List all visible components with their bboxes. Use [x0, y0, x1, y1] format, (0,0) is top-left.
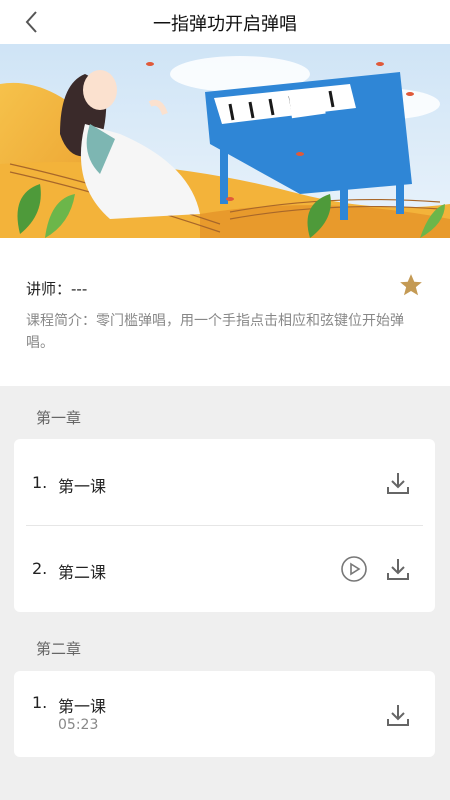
download-icon [387, 705, 409, 726]
download-button[interactable] [384, 701, 412, 729]
download-icon [387, 559, 409, 580]
course-info: 讲师：--- 课程简介：零门槛弹唱，用一个手指点击相应和弦键位开始弹唱。 [0, 238, 450, 386]
lesson-duration: 05:23 [58, 717, 99, 733]
download-button[interactable] [384, 555, 412, 583]
nav-bar: 一指弹功开启弹唱 [0, 0, 450, 44]
lesson-item[interactable]: 1. 第一课 [14, 439, 435, 525]
lesson-item[interactable]: 2. 第二课 [14, 525, 435, 611]
lesson-name: 第二课 [58, 563, 107, 582]
download-icon [387, 473, 409, 494]
chapter-card: 1. 第一课 05:23 [14, 671, 435, 757]
page-title: 一指弹功开启弹唱 [153, 14, 297, 35]
chapter-title: 第一章 [36, 409, 82, 427]
chapter-title: 第二章 [36, 640, 82, 658]
course-intro: 课程简介：零门槛弹唱，用一个手指点击相应和弦键位开始弹唱。 [26, 313, 404, 351]
course-banner-image [0, 44, 450, 238]
teacher-label: 讲师：--- [26, 280, 88, 298]
lesson-number: 1. [32, 473, 48, 492]
lesson-name: 第一课 [58, 477, 107, 496]
play-circle-icon [341, 556, 367, 582]
star-icon [400, 274, 422, 296]
lesson-number: 1. [32, 693, 48, 712]
play-button[interactable] [340, 555, 368, 583]
lesson-number: 2. [32, 559, 48, 578]
lesson-item[interactable]: 1. 第一课 05:23 [14, 671, 435, 757]
favorite-button[interactable] [398, 272, 424, 298]
chapter-card: 1. 第一课 2. 第二课 [14, 439, 435, 612]
lesson-name: 第一课 [58, 697, 107, 716]
download-button[interactable] [384, 469, 412, 497]
